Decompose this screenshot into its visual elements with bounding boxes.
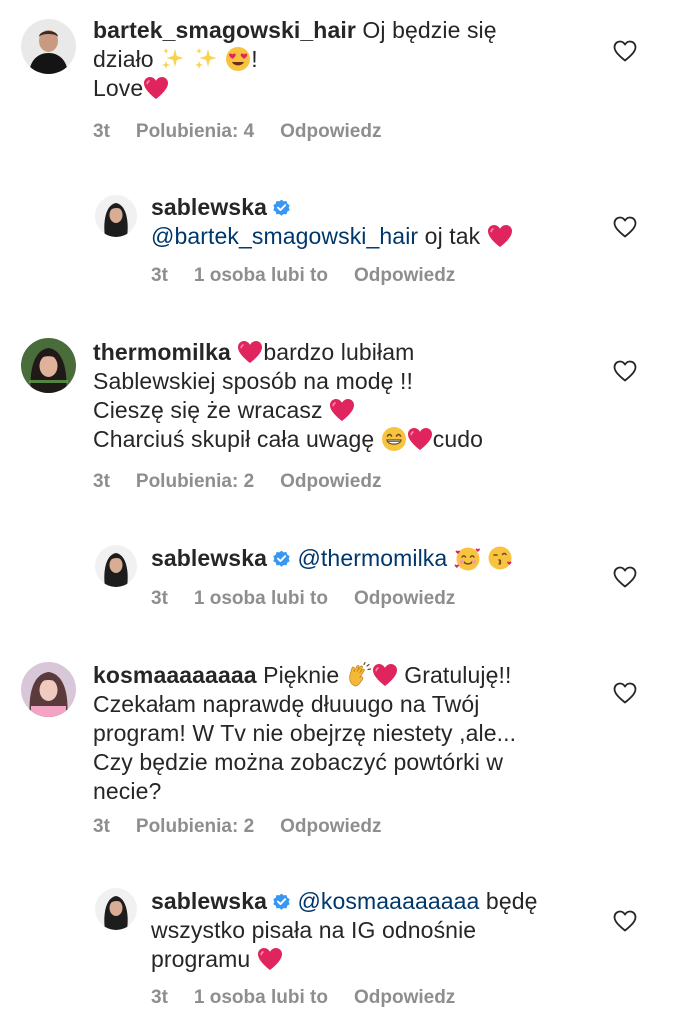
comment-text-line: necie? [93,778,162,804]
heart-outline-icon[interactable] [613,566,637,588]
red-heart-emoji [237,340,263,364]
comment-text-line: Sablewskiej sposób na modę !! [93,368,413,394]
comment-time: 3t [151,987,168,1008]
avatar[interactable] [95,195,137,237]
comment-text-line: Czy będzie można zobaczyć powtórki w [93,749,504,775]
comment-time: 3t [93,471,110,492]
red-heart-emoji [487,224,513,248]
clapping-hands-emoji [346,662,372,688]
reply-button[interactable]: Odpowiedz [354,588,455,609]
verified-badge-icon [272,198,291,217]
mention-link[interactable]: @thermomilka [297,545,447,571]
comment-username[interactable]: bartek_smagowski_hair [93,17,356,43]
avatar[interactable] [95,888,137,930]
avatar[interactable] [21,19,76,74]
comment-username[interactable]: sablewska [151,888,267,914]
comment-text-line: programu [151,946,251,972]
likes-count[interactable]: Polubienia: 2 [136,816,254,837]
mention-link[interactable]: @bartek_smagowski_hair [151,223,418,249]
comment-meta: 3t 1 osoba lubi to Odpowiedz [151,265,481,287]
reply-button[interactable]: Odpowiedz [280,471,381,492]
comment-meta: 3t Polubienia: 4 Odpowiedz [93,121,407,143]
comment-text-line: ! [251,46,258,72]
comment-text-line: program! W Tv nie obejrzę niestety ,ale.… [93,720,517,746]
comment-text: bartek_smagowski_hair Oj będzie się dzia… [93,16,593,103]
verified-badge-icon [272,549,291,568]
comment-time: 3t [151,588,168,609]
comment-meta: 3t 1 osoba lubi to Odpowiedz [151,987,481,1009]
comment-meta: 3t 1 osoba lubi to Odpowiedz [151,588,481,610]
avatar[interactable] [21,338,76,393]
comment-text-line: Czekałam naprawdę dłuuugo na Twój [93,691,480,717]
heart-outline-icon[interactable] [613,910,637,932]
red-heart-emoji [407,427,433,451]
comment-text-line: cudo [432,426,484,452]
comment-username[interactable]: thermomilka [93,339,231,365]
verified-badge-icon [272,892,291,911]
comment-text-line: oj tak [424,223,481,249]
heart-outline-icon[interactable] [613,40,637,62]
reply-button[interactable]: Odpowiedz [354,265,455,286]
avatar[interactable] [21,662,76,717]
red-heart-emoji [257,947,283,971]
comment-text-line: Oj będzie się [362,17,497,43]
comment-meta: 3t Polubienia: 2 Odpowiedz [93,471,407,493]
comment-time: 3t [93,121,110,142]
grinning-emoji [381,426,407,452]
comment-text-line: Love [93,75,144,101]
comment-text-line: Cieszę się że wracasz [93,397,323,423]
comment-text: sablewska @bartek_smagowski_hair oj tak [151,193,591,251]
comment-text-line: działo [93,46,154,72]
comment-text-line: bardzo lubiłam [263,339,415,365]
avatar[interactable] [95,545,137,587]
sparkles-emoji [160,46,186,72]
reply-button[interactable]: Odpowiedz [280,121,381,142]
comment-text-line: Gratuluję!! [404,662,512,688]
likes-count[interactable]: 1 osoba lubi to [194,588,328,609]
heart-outline-icon[interactable] [613,682,637,704]
red-heart-emoji [143,76,169,100]
smiling-face-with-hearts-emoji [454,545,482,571]
sparkles-emoji [193,46,219,72]
heart-outline-icon[interactable] [613,216,637,238]
comment-text: sablewska @kosmaaaaaaaa będę wszystko pi… [151,887,591,974]
likes-count[interactable]: 1 osoba lubi to [194,987,328,1008]
comment-text: sablewska @thermomilka [151,544,591,573]
comment-meta: 3t Polubienia: 2 Odpowiedz [93,816,407,838]
comment-text: thermomilka bardzo lubiłam Sablewskiej s… [93,338,613,454]
likes-count[interactable]: Polubienia: 2 [136,471,254,492]
comment-text-line: Pięknie [263,662,340,688]
comment-username[interactable]: kosmaaaaaaaa [93,662,257,688]
heart-outline-icon[interactable] [613,360,637,382]
likes-count[interactable]: Polubienia: 4 [136,121,254,142]
red-heart-emoji [372,663,398,687]
reply-button[interactable]: Odpowiedz [354,987,455,1008]
comment-username[interactable]: sablewska [151,194,267,220]
mention-link[interactable]: @kosmaaaaaaaa [297,888,479,914]
likes-count[interactable]: 1 osoba lubi to [194,265,328,286]
red-heart-emoji [329,398,355,422]
face-blowing-kiss-emoji [488,545,514,571]
comment-text-line: Charciuś skupił cała uwagę [93,426,375,452]
comment-username[interactable]: sablewska [151,545,267,571]
comment-text: kosmaaaaaaaa Pięknie Gratuluję!! Czekała… [93,661,613,806]
comment-time: 3t [93,816,110,837]
comment-time: 3t [151,265,168,286]
heart-eyes-emoji [225,46,251,72]
comment-text-line: będę [485,888,538,914]
reply-button[interactable]: Odpowiedz [280,816,381,837]
comment-text-line: wszystko pisała na IG odnośnie [151,917,477,943]
